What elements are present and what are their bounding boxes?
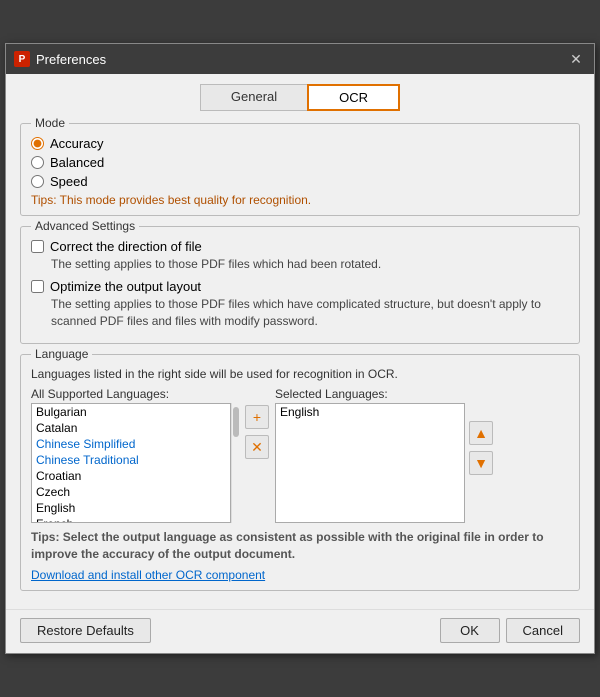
scrollbar-thumb — [233, 407, 239, 437]
mode-speed[interactable]: Speed — [31, 174, 569, 189]
add-language-button[interactable]: + — [245, 405, 269, 429]
footer-right-buttons: OK Cancel — [440, 618, 580, 643]
mode-balanced[interactable]: Balanced — [31, 155, 569, 170]
move-down-button[interactable]: ▼ — [469, 451, 493, 475]
language-section: Language Languages listed in the right s… — [20, 354, 580, 591]
selected-languages-list[interactable]: English — [275, 403, 465, 523]
optimize-layout-checkbox[interactable] — [31, 280, 44, 293]
reorder-buttons: ▲ ▼ — [469, 403, 493, 475]
language-section-title: Language — [31, 347, 92, 361]
speed-radio[interactable] — [31, 175, 44, 188]
ok-button[interactable]: OK — [440, 618, 500, 643]
list-item[interactable]: Czech — [32, 484, 230, 500]
all-languages-label: All Supported Languages: — [31, 387, 239, 401]
download-link-container: Download and install other OCR component — [31, 567, 569, 582]
tab-ocr[interactable]: OCR — [307, 84, 400, 111]
balanced-radio[interactable] — [31, 156, 44, 169]
language-description: Languages listed in the right side will … — [31, 367, 569, 381]
preferences-window: P Preferences ✕ General OCR Mode Accurac… — [5, 43, 595, 654]
close-button[interactable]: ✕ — [566, 51, 586, 68]
app-icon: P — [14, 51, 30, 67]
all-list-container: Bulgarian Catalan Chinese Simplified Chi… — [31, 403, 239, 523]
main-content: General OCR Mode Accuracy Balanced — [6, 74, 594, 609]
optimize-layout-item[interactable]: Optimize the output layout — [31, 279, 569, 294]
lang-middle-buttons: + ✕ — [239, 387, 275, 459]
footer: Restore Defaults OK Cancel — [6, 609, 594, 653]
selected-languages-panel: Selected Languages: English ▲ ▼ — [275, 387, 569, 523]
advanced-section-title: Advanced Settings — [31, 219, 139, 233]
all-list-scrollbar[interactable] — [231, 403, 239, 523]
list-item[interactable]: Bulgarian — [32, 404, 230, 420]
correct-direction-checkbox[interactable] — [31, 240, 44, 253]
move-up-button[interactable]: ▲ — [469, 421, 493, 445]
all-languages-list[interactable]: Bulgarian Catalan Chinese Simplified Chi… — [31, 403, 231, 523]
list-item[interactable]: Catalan — [32, 420, 230, 436]
mode-content: Accuracy Balanced Speed Tips: This mode … — [31, 136, 569, 207]
mode-tips: Tips: This mode provides best quality fo… — [31, 193, 569, 207]
advanced-section: Advanced Settings Correct the direction … — [20, 226, 580, 344]
mode-accuracy[interactable]: Accuracy — [31, 136, 569, 151]
language-tips: Tips: Select the output language as cons… — [31, 529, 569, 563]
restore-defaults-button[interactable]: Restore Defaults — [20, 618, 151, 643]
selected-languages-label: Selected Languages: — [275, 387, 569, 401]
mode-section: Mode Accuracy Balanced Speed — [20, 123, 580, 216]
correct-direction-item[interactable]: Correct the direction of file — [31, 239, 569, 254]
selected-list-container: English ▲ ▼ — [275, 403, 569, 523]
accuracy-radio[interactable] — [31, 137, 44, 150]
window-title: Preferences — [36, 52, 566, 67]
list-item[interactable]: Chinese Simplified — [32, 436, 230, 452]
list-item[interactable]: French — [32, 516, 230, 523]
titlebar: P Preferences ✕ — [6, 44, 594, 74]
list-item[interactable]: Croatian — [32, 468, 230, 484]
remove-language-button[interactable]: ✕ — [245, 435, 269, 459]
advanced-content: Correct the direction of file The settin… — [31, 239, 569, 329]
correct-direction-desc: The setting applies to those PDF files w… — [51, 256, 569, 273]
download-ocr-link[interactable]: Download and install other OCR component — [31, 568, 265, 582]
mode-radio-group: Accuracy Balanced Speed — [31, 136, 569, 189]
mode-section-title: Mode — [31, 116, 69, 130]
list-item[interactable]: English — [32, 500, 230, 516]
tab-general[interactable]: General — [200, 84, 307, 111]
tab-bar: General OCR — [20, 84, 580, 111]
list-item[interactable]: Chinese Traditional — [32, 452, 230, 468]
language-panels: All Supported Languages: Bulgarian Catal… — [31, 387, 569, 523]
cancel-button[interactable]: Cancel — [506, 618, 580, 643]
all-languages-panel: All Supported Languages: Bulgarian Catal… — [31, 387, 239, 523]
optimize-layout-desc: The setting applies to those PDF files w… — [51, 296, 569, 330]
selected-item[interactable]: English — [276, 404, 464, 420]
